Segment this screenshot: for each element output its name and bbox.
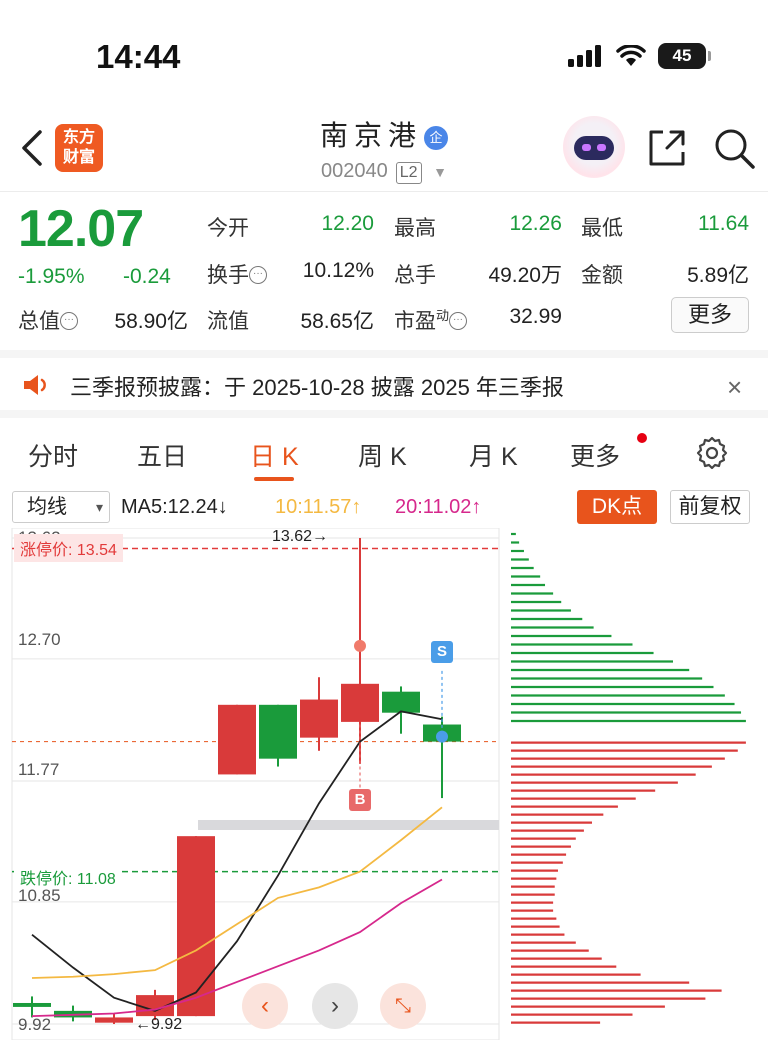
- gear-icon[interactable]: [694, 435, 730, 471]
- low-label: 最低: [581, 217, 623, 240]
- buy-signal-tag[interactable]: B: [349, 789, 371, 811]
- kline-svg[interactable]: [0, 528, 768, 1040]
- high-label: 最高: [394, 217, 436, 240]
- quote-panel: 12.07 -1.95% -0.24 今开 12.20 最高 12.26 最低 …: [0, 193, 768, 348]
- axis-label-11-77: 11.77: [18, 760, 60, 779]
- mktcap-value: 58.90亿: [114, 310, 188, 333]
- notice-text: 三季报预披露：于 2025-10-28 披露 2025 年三季报: [70, 375, 564, 400]
- sell-marker-dot: [436, 730, 448, 743]
- low-annotation: ←9.92: [135, 1016, 183, 1033]
- chevron-down-icon: ▼: [433, 164, 447, 180]
- tab-monthly-k[interactable]: 月 K: [469, 437, 518, 473]
- close-icon[interactable]: ×: [727, 372, 742, 403]
- ma-line-ma20: [31, 878, 443, 1018]
- info-icon[interactable]: ···: [449, 312, 468, 330]
- tab-weekly-k[interactable]: 周 K: [358, 437, 407, 473]
- axis-label-bottom: 9.92: [18, 1015, 52, 1034]
- enterprise-badge-icon: 企: [424, 126, 448, 150]
- turnover-label-text: 换手: [207, 264, 249, 287]
- stock-header: 东方 财富 南京港企 002040 L2 ▼: [0, 110, 768, 192]
- candle-body: [382, 691, 420, 713]
- bottom-strip: [0, 1040, 768, 1054]
- candle-body: [177, 836, 215, 1017]
- mktcap-label: 总值 ···: [18, 305, 78, 335]
- axis-label-10-85: 10.85: [18, 886, 61, 905]
- pe-label: 市盈动 ···: [394, 305, 468, 335]
- candle-body: [259, 704, 297, 759]
- ma-line-ma10: [31, 806, 443, 979]
- ai-assistant-avatar[interactable]: [563, 116, 625, 178]
- pe-value: 32.99: [509, 305, 562, 328]
- kline-chart[interactable]: 13.62 涨停价: 13.54 13.62→ 12.70 11.77 跌停价:…: [0, 528, 768, 1040]
- tab-more[interactable]: 更多: [570, 437, 620, 473]
- float-value: 58.65亿: [300, 310, 374, 333]
- forward-adjust-button[interactable]: 前复权: [670, 490, 750, 524]
- turnover-value: 10.12%: [302, 259, 374, 282]
- more-button[interactable]: 更多: [671, 297, 749, 333]
- amount-label: 金额: [581, 264, 623, 287]
- status-icons: 45: [568, 43, 711, 69]
- sell-signal-tag[interactable]: S: [431, 641, 453, 663]
- ma20-value: 20:11.02↑: [395, 496, 482, 518]
- tab-daily-k[interactable]: 日 K: [250, 437, 299, 473]
- chart-tabs: 分时 五日 日 K 周 K 月 K 更多: [0, 425, 768, 483]
- volume-profile: [511, 532, 746, 1024]
- stock-code: 002040: [321, 160, 388, 182]
- info-icon[interactable]: ···: [60, 312, 78, 330]
- share-icon[interactable]: [645, 126, 689, 170]
- amount-value: 5.89亿: [687, 264, 749, 287]
- change-percent: -1.95%: [18, 265, 85, 288]
- pe-superscript: 动: [436, 308, 450, 323]
- volume-value: 49.20万: [488, 264, 562, 287]
- axis-label-12-70: 12.70: [18, 630, 61, 649]
- candle-body: [218, 704, 256, 775]
- limit-up-label: 涨停价: 13.54: [14, 534, 123, 562]
- mktcap-label-text: 总值: [18, 310, 60, 333]
- candle-body: [341, 683, 379, 722]
- low-value: 11.64: [698, 212, 749, 235]
- notification-dot: [637, 433, 647, 443]
- candle-body: [95, 1017, 133, 1023]
- battery-icon: 45: [658, 43, 711, 69]
- signal-icon: [568, 45, 601, 67]
- open-label: 今开: [207, 217, 249, 240]
- support-band: [198, 820, 499, 830]
- level2-badge: L2: [395, 162, 422, 184]
- turnover-label: 换手 ···: [207, 259, 267, 289]
- high-annotation: 13.62→: [272, 528, 329, 545]
- ma-row: 均线 MA5:12.24↓ 10:11.57↑ 20:11.02↑ DK点 前复…: [0, 487, 768, 527]
- ma5-value: MA5:12.24↓: [121, 496, 228, 518]
- search-icon[interactable]: [712, 126, 756, 170]
- open-value: 12.20: [321, 212, 374, 235]
- robot-icon: [574, 136, 614, 160]
- prev-button[interactable]: ‹: [242, 983, 288, 1029]
- notice-bar[interactable]: 三季报预披露：于 2025-10-28 披露 2025 年三季报 ×: [0, 350, 768, 418]
- dk-point-button[interactable]: DK点: [577, 490, 657, 524]
- tab-intraday[interactable]: 分时: [28, 437, 78, 473]
- volume-label: 总手: [394, 264, 436, 287]
- status-time: 14:44: [96, 38, 181, 75]
- pe-label-text: 市盈: [394, 310, 436, 333]
- candle-body: [300, 699, 338, 738]
- candle-body: [13, 1002, 51, 1007]
- wifi-icon: [616, 45, 646, 66]
- last-price: 12.07: [18, 200, 144, 258]
- chart-grid: [12, 537, 499, 1025]
- active-tab-indicator: [254, 477, 294, 481]
- info-icon[interactable]: ···: [249, 266, 267, 284]
- high-value: 12.26: [509, 212, 562, 235]
- ma10-value: 10:11.57↑: [275, 496, 362, 518]
- buy-marker-dot: [354, 639, 366, 652]
- tab-five-day[interactable]: 五日: [137, 437, 187, 473]
- status-bar: 14:44 45: [0, 0, 768, 110]
- expand-icon[interactable]: ⤡: [380, 983, 426, 1029]
- stock-name: 南京港: [319, 120, 422, 151]
- change-amount: -0.24: [123, 265, 171, 288]
- float-label: 流值: [207, 310, 249, 333]
- next-button[interactable]: ›: [312, 983, 358, 1029]
- ma-select[interactable]: 均线: [12, 491, 110, 523]
- speaker-icon: [24, 375, 46, 395]
